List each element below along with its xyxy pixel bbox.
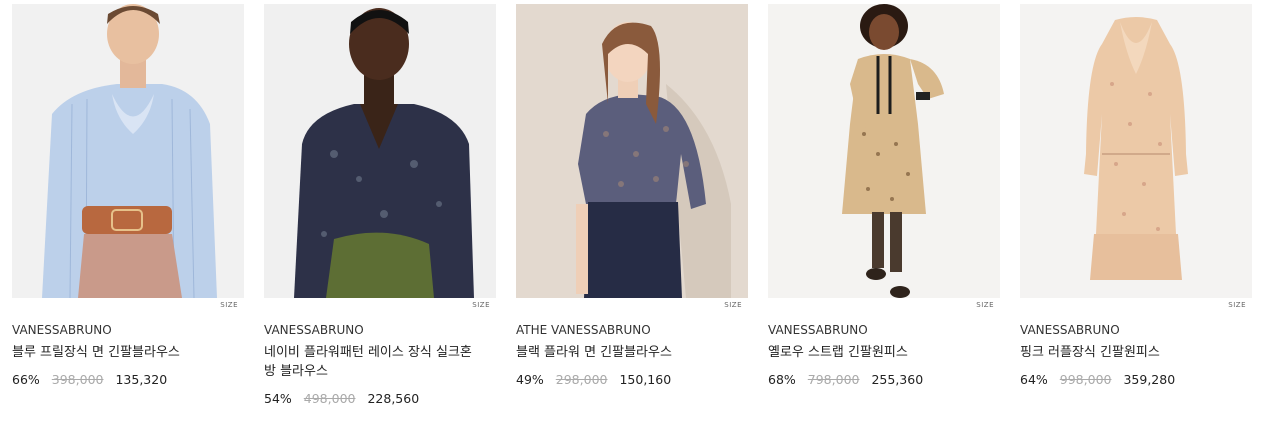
product-name[interactable]: 블랙 플라워 면 긴팔블라우스 <box>516 343 732 362</box>
sale-price: 228,560 <box>367 391 420 406</box>
discount-rate: 54% <box>264 391 292 406</box>
brand-name[interactable]: VANESSABRUNO <box>12 323 112 337</box>
product-card[interactable]: SIZE VANESSABRUNO 블루 프릴장식 면 긴팔블라우스 66% 3… <box>12 4 244 387</box>
product-image[interactable] <box>516 4 748 298</box>
discount-rate: 64% <box>1020 372 1048 387</box>
sale-price: 150,160 <box>619 372 672 387</box>
product-image[interactable] <box>12 4 244 298</box>
product-card[interactable]: SIZE VANESSABRUNO 핑크 러플장식 긴팔원피스 64% 998,… <box>1020 4 1252 387</box>
original-price: 298,000 <box>555 372 608 387</box>
product-name[interactable]: 블루 프릴장식 면 긴팔블라우스 <box>12 343 228 362</box>
product-name[interactable]: 옐로우 스트랩 긴팔원피스 <box>768 343 984 362</box>
original-price: 998,000 <box>1059 372 1112 387</box>
sale-price: 135,320 <box>115 372 168 387</box>
size-label[interactable]: SIZE <box>472 301 490 309</box>
product-image[interactable] <box>768 4 1000 298</box>
size-label[interactable]: SIZE <box>220 301 238 309</box>
original-price: 798,000 <box>807 372 860 387</box>
price-row: 66% 398,000 135,320 <box>12 372 175 387</box>
brand-name[interactable]: VANESSABRUNO <box>768 323 868 337</box>
original-price: 498,000 <box>303 391 356 406</box>
size-label[interactable]: SIZE <box>724 301 742 309</box>
price-row: 49% 298,000 150,160 <box>516 372 679 387</box>
product-image[interactable] <box>1020 4 1252 298</box>
brand-name[interactable]: VANESSABRUNO <box>1020 323 1120 337</box>
original-price: 398,000 <box>51 372 104 387</box>
product-image[interactable] <box>264 4 496 298</box>
price-row: 54% 498,000 228,560 <box>264 391 427 406</box>
product-grid: SIZE VANESSABRUNO 블루 프릴장식 면 긴팔블라우스 66% 3… <box>0 0 1261 424</box>
brand-name[interactable]: ATHE VANESSABRUNO <box>516 323 651 337</box>
discount-rate: 49% <box>516 372 544 387</box>
brand-name[interactable]: VANESSABRUNO <box>264 323 364 337</box>
price-row: 68% 798,000 255,360 <box>768 372 931 387</box>
product-card[interactable]: SIZE VANESSABRUNO 네이비 플라워패턴 레이스 장식 실크혼방 … <box>264 4 496 406</box>
sale-price: 255,360 <box>871 372 924 387</box>
size-label[interactable]: SIZE <box>976 301 994 309</box>
size-label[interactable]: SIZE <box>1228 301 1246 309</box>
product-name[interactable]: 네이비 플라워패턴 레이스 장식 실크혼방 블라우스 <box>264 343 480 381</box>
product-card[interactable]: SIZE VANESSABRUNO 옐로우 스트랩 긴팔원피스 68% 798,… <box>768 4 1000 387</box>
product-card[interactable]: SIZE ATHE VANESSABRUNO 블랙 플라워 면 긴팔블라우스 4… <box>516 4 748 387</box>
product-name[interactable]: 핑크 러플장식 긴팔원피스 <box>1020 343 1236 362</box>
discount-rate: 68% <box>768 372 796 387</box>
sale-price: 359,280 <box>1123 372 1176 387</box>
price-row: 64% 998,000 359,280 <box>1020 372 1183 387</box>
discount-rate: 66% <box>12 372 40 387</box>
